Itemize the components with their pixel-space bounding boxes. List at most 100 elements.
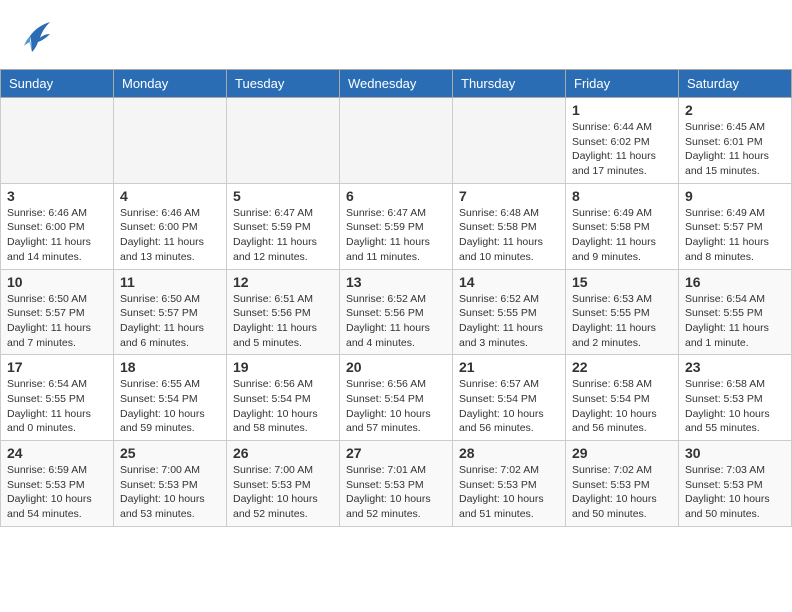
day-number: 3 <box>7 188 107 204</box>
day-number: 4 <box>120 188 220 204</box>
day-number: 8 <box>572 188 672 204</box>
day-info: Sunrise: 6:52 AMSunset: 5:56 PMDaylight:… <box>346 292 446 351</box>
week-row-4: 17 Sunrise: 6:54 AMSunset: 5:55 PMDayligh… <box>1 355 792 441</box>
day-cell <box>1 98 114 184</box>
bird-icon <box>22 18 52 59</box>
day-number: 30 <box>685 445 785 461</box>
day-cell: 20 Sunrise: 6:56 AMSunset: 5:54 PMDayligh… <box>340 355 453 441</box>
day-number: 5 <box>233 188 333 204</box>
day-number: 27 <box>346 445 446 461</box>
day-number: 14 <box>459 274 559 290</box>
day-number: 6 <box>346 188 446 204</box>
day-number: 16 <box>685 274 785 290</box>
day-info: Sunrise: 6:57 AMSunset: 5:54 PMDaylight:… <box>459 377 559 436</box>
day-number: 22 <box>572 359 672 375</box>
day-cell <box>114 98 227 184</box>
day-cell <box>453 98 566 184</box>
day-info: Sunrise: 6:46 AMSunset: 6:00 PMDaylight:… <box>7 206 107 265</box>
day-number: 11 <box>120 274 220 290</box>
day-number: 23 <box>685 359 785 375</box>
day-cell: 3 Sunrise: 6:46 AMSunset: 6:00 PMDaylight… <box>1 183 114 269</box>
logo <box>20 18 52 59</box>
day-cell: 30 Sunrise: 7:03 AMSunset: 5:53 PMDayligh… <box>679 441 792 527</box>
day-info: Sunrise: 6:49 AMSunset: 5:57 PMDaylight:… <box>685 206 785 265</box>
day-number: 26 <box>233 445 333 461</box>
day-cell <box>227 98 340 184</box>
day-info: Sunrise: 6:45 AMSunset: 6:01 PMDaylight:… <box>685 120 785 179</box>
day-cell: 18Sunrise: 6:55 AMSunset: 5:54 PMDayligh… <box>114 355 227 441</box>
day-info: Sunrise: 6:50 AMSunset: 5:57 PMDaylight:… <box>120 292 220 351</box>
day-info: Sunrise: 6:44 AMSunset: 6:02 PMDaylight:… <box>572 120 672 179</box>
day-number: 19 <box>233 359 333 375</box>
day-number: 25 <box>120 445 220 461</box>
day-info: Sunrise: 7:02 AMSunset: 5:53 PMDaylight:… <box>459 463 559 522</box>
week-row-1: 1Sunrise: 6:44 AMSunset: 6:02 PMDaylight… <box>1 98 792 184</box>
day-cell: 14 Sunrise: 6:52 AMSunset: 5:55 PMDayligh… <box>453 269 566 355</box>
day-number: 12 <box>233 274 333 290</box>
day-cell: 24 Sunrise: 6:59 AMSunset: 5:53 PMDayligh… <box>1 441 114 527</box>
day-number: 24 <box>7 445 107 461</box>
weekday-header-sunday: Sunday <box>1 70 114 98</box>
weekday-header-saturday: Saturday <box>679 70 792 98</box>
day-info: Sunrise: 6:58 AMSunset: 5:53 PMDaylight:… <box>685 377 785 436</box>
day-cell: 22 Sunrise: 6:58 AMSunset: 5:54 PMDayligh… <box>566 355 679 441</box>
day-number: 21 <box>459 359 559 375</box>
day-info: Sunrise: 6:46 AMSunset: 6:00 PMDaylight:… <box>120 206 220 265</box>
weekday-header-wednesday: Wednesday <box>340 70 453 98</box>
day-number: 9 <box>685 188 785 204</box>
day-cell: 8 Sunrise: 6:49 AMSunset: 5:58 PMDaylight… <box>566 183 679 269</box>
day-info: Sunrise: 6:54 AMSunset: 5:55 PMDaylight:… <box>7 377 107 436</box>
day-info: Sunrise: 6:52 AMSunset: 5:55 PMDaylight:… <box>459 292 559 351</box>
day-info: Sunrise: 6:50 AMSunset: 5:57 PMDaylight:… <box>7 292 107 351</box>
day-info: Sunrise: 6:54 AMSunset: 5:55 PMDaylight:… <box>685 292 785 351</box>
day-cell: 28Sunrise: 7:02 AMSunset: 5:53 PMDayligh… <box>453 441 566 527</box>
day-number: 20 <box>346 359 446 375</box>
day-number: 13 <box>346 274 446 290</box>
day-info: Sunrise: 6:55 AMSunset: 5:54 PMDaylight:… <box>120 377 220 436</box>
day-info: Sunrise: 6:56 AMSunset: 5:54 PMDaylight:… <box>346 377 446 436</box>
day-info: Sunrise: 6:49 AMSunset: 5:58 PMDaylight:… <box>572 206 672 265</box>
day-info: Sunrise: 7:00 AMSunset: 5:53 PMDaylight:… <box>120 463 220 522</box>
week-row-5: 24 Sunrise: 6:59 AMSunset: 5:53 PMDayligh… <box>1 441 792 527</box>
day-info: Sunrise: 7:00 AMSunset: 5:53 PMDaylight:… <box>233 463 333 522</box>
weekday-header-monday: Monday <box>114 70 227 98</box>
day-cell: 12Sunrise: 6:51 AMSunset: 5:56 PMDayligh… <box>227 269 340 355</box>
day-cell: 19Sunrise: 6:56 AMSunset: 5:54 PMDayligh… <box>227 355 340 441</box>
day-cell: 16 Sunrise: 6:54 AMSunset: 5:55 PMDayligh… <box>679 269 792 355</box>
week-row-2: 3 Sunrise: 6:46 AMSunset: 6:00 PMDaylight… <box>1 183 792 269</box>
day-cell: 10 Sunrise: 6:50 AMSunset: 5:57 PMDayligh… <box>1 269 114 355</box>
day-cell: 25 Sunrise: 7:00 AMSunset: 5:53 PMDayligh… <box>114 441 227 527</box>
day-cell <box>340 98 453 184</box>
day-number: 2 <box>685 102 785 118</box>
day-cell: 1Sunrise: 6:44 AMSunset: 6:02 PMDaylight… <box>566 98 679 184</box>
day-cell: 29 Sunrise: 7:02 AMSunset: 5:53 PMDayligh… <box>566 441 679 527</box>
day-number: 15 <box>572 274 672 290</box>
week-row-3: 10 Sunrise: 6:50 AMSunset: 5:57 PMDayligh… <box>1 269 792 355</box>
day-info: Sunrise: 7:03 AMSunset: 5:53 PMDaylight:… <box>685 463 785 522</box>
day-cell: 23 Sunrise: 6:58 AMSunset: 5:53 PMDayligh… <box>679 355 792 441</box>
day-info: Sunrise: 7:01 AMSunset: 5:53 PMDaylight:… <box>346 463 446 522</box>
day-cell: 2 Sunrise: 6:45 AMSunset: 6:01 PMDaylight… <box>679 98 792 184</box>
day-info: Sunrise: 6:59 AMSunset: 5:53 PMDaylight:… <box>7 463 107 522</box>
day-number: 29 <box>572 445 672 461</box>
day-info: Sunrise: 6:48 AMSunset: 5:58 PMDaylight:… <box>459 206 559 265</box>
day-number: 10 <box>7 274 107 290</box>
day-cell: 13 Sunrise: 6:52 AMSunset: 5:56 PMDayligh… <box>340 269 453 355</box>
day-info: Sunrise: 6:47 AMSunset: 5:59 PMDaylight:… <box>346 206 446 265</box>
day-info: Sunrise: 6:58 AMSunset: 5:54 PMDaylight:… <box>572 377 672 436</box>
day-info: Sunrise: 7:02 AMSunset: 5:53 PMDaylight:… <box>572 463 672 522</box>
day-cell: 6 Sunrise: 6:47 AMSunset: 5:59 PMDaylight… <box>340 183 453 269</box>
weekday-header-tuesday: Tuesday <box>227 70 340 98</box>
day-number: 17 <box>7 359 107 375</box>
day-cell: 15 Sunrise: 6:53 AMSunset: 5:55 PMDayligh… <box>566 269 679 355</box>
calendar-table: SundayMondayTuesdayWednesdayThursdayFrid… <box>0 69 792 527</box>
day-info: Sunrise: 6:53 AMSunset: 5:55 PMDaylight:… <box>572 292 672 351</box>
day-cell: 21 Sunrise: 6:57 AMSunset: 5:54 PMDayligh… <box>453 355 566 441</box>
day-cell: 11 Sunrise: 6:50 AMSunset: 5:57 PMDayligh… <box>114 269 227 355</box>
day-cell: 7 Sunrise: 6:48 AMSunset: 5:58 PMDaylight… <box>453 183 566 269</box>
day-cell: 17 Sunrise: 6:54 AMSunset: 5:55 PMDayligh… <box>1 355 114 441</box>
weekday-header-friday: Friday <box>566 70 679 98</box>
day-cell: 5Sunrise: 6:47 AMSunset: 5:59 PMDaylight… <box>227 183 340 269</box>
day-number: 7 <box>459 188 559 204</box>
day-cell: 9 Sunrise: 6:49 AMSunset: 5:57 PMDaylight… <box>679 183 792 269</box>
